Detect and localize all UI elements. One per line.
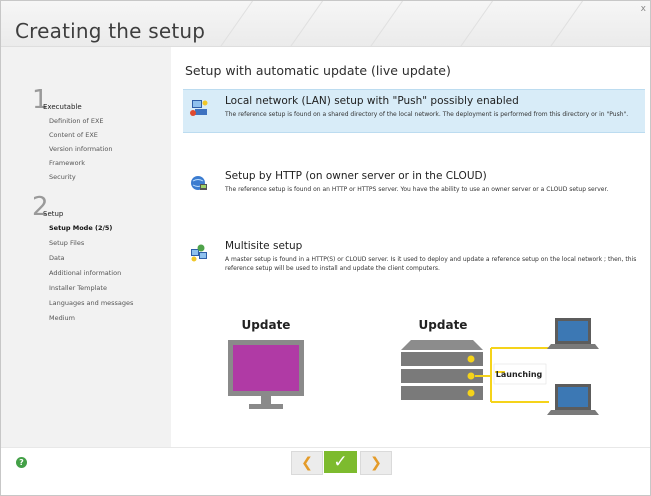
- next-button[interactable]: ❯: [360, 451, 392, 475]
- wizard-steps-sidebar: 1 Executable Definition of EXE Content o…: [1, 47, 171, 447]
- title-bar: Creating the setup x: [1, 1, 650, 47]
- close-icon[interactable]: x: [641, 4, 646, 14]
- client-laptop-bottom-icon: [547, 384, 599, 415]
- step-2-name[interactable]: Setup: [43, 210, 63, 218]
- sidebar-item-framework[interactable]: Framework: [49, 159, 85, 167]
- launching-label: Launching: [496, 370, 543, 379]
- help-icon[interactable]: ?: [16, 457, 27, 468]
- sidebar-item-definition-of-exe[interactable]: Definition of EXE: [49, 117, 104, 125]
- validate-button[interactable]: ✓: [324, 451, 357, 473]
- option-http-title: Setup by HTTP (on owner server or in the…: [225, 170, 487, 182]
- option-multisite-description: A master setup is found in a HTTP(S) or …: [225, 256, 637, 272]
- sidebar-item-additional-information[interactable]: Additional information: [49, 269, 121, 277]
- server-icon: [401, 340, 483, 400]
- option-http-setup[interactable]: Setup by HTTP (on owner server or in the…: [183, 165, 645, 207]
- sidebar-item-content-of-exe[interactable]: Content of EXE: [49, 131, 98, 139]
- sidebar-item-setup-mode[interactable]: Setup Mode (2/5): [49, 224, 112, 232]
- option-http-description: The reference setup is found on an HTTP …: [225, 186, 609, 193]
- option-lan-setup[interactable]: Local network (LAN) setup with "Push" po…: [183, 89, 645, 133]
- back-button[interactable]: ❮: [291, 451, 323, 475]
- http-setup-icon: [191, 176, 207, 190]
- option-lan-description: The reference setup is found on a shared…: [225, 111, 629, 118]
- window-title: Creating the setup: [15, 19, 206, 43]
- option-lan-title: Local network (LAN) setup with "Push" po…: [225, 95, 519, 107]
- client-laptop-top-icon: [547, 318, 599, 349]
- wizard-navigation: ❮ ✓ ❯: [291, 451, 392, 475]
- step-1-name[interactable]: Executable: [43, 103, 82, 111]
- lan-setup-icon: [190, 100, 208, 116]
- main-panel: Setup with automatic update (live update…: [171, 47, 650, 447]
- option-multisite-title: Multisite setup: [225, 240, 303, 252]
- sidebar-item-installer-template[interactable]: Installer Template: [49, 284, 107, 292]
- sidebar-item-medium[interactable]: Medium: [49, 314, 75, 322]
- update-illustration: Update Update Launching: [228, 318, 599, 415]
- setup-wizard-window: Creating the setup x 1 Executable Defini…: [0, 0, 651, 496]
- update-label-right: Update: [419, 318, 468, 332]
- desktop-monitor-icon: [228, 340, 304, 409]
- sidebar-item-version-information[interactable]: Version information: [49, 145, 112, 153]
- option-multisite-setup[interactable]: Multisite setup A master setup is found …: [183, 235, 645, 277]
- sidebar-item-languages-and-messages[interactable]: Languages and messages: [49, 299, 133, 307]
- network-connector-lines: Launching: [475, 347, 549, 403]
- update-label-left: Update: [242, 318, 291, 332]
- sidebar-item-setup-files[interactable]: Setup Files: [49, 239, 84, 247]
- multisite-setup-icon: [191, 244, 207, 262]
- section-heading: Setup with automatic update (live update…: [185, 63, 451, 78]
- sidebar-item-security[interactable]: Security: [49, 173, 76, 181]
- wizard-footer: ? ❮ ✓ ❯: [1, 447, 650, 495]
- sidebar-item-data[interactable]: Data: [49, 254, 65, 262]
